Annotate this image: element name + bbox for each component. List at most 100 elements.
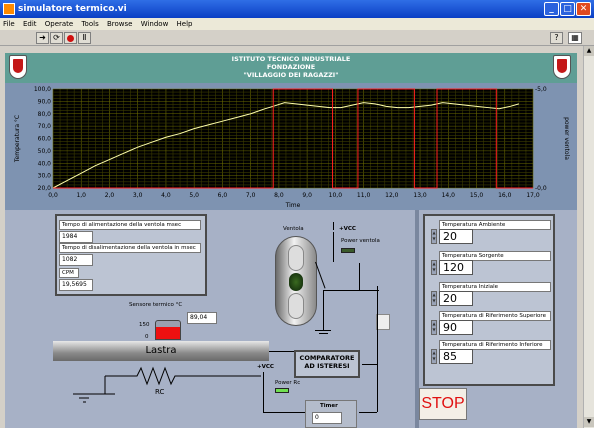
cpm-label: CPM xyxy=(59,268,79,278)
labview-vi-icon xyxy=(3,3,15,15)
fan-icon xyxy=(275,236,317,326)
temp-ambiente-input[interactable]: 20 xyxy=(439,229,473,244)
temp-rif-inferiore-spinner[interactable]: ▲ ▼ xyxy=(431,349,437,364)
y-tick-label: 40,0 xyxy=(38,160,52,167)
x-tick-label: 2,0 xyxy=(105,192,115,199)
x-tick-label: 8,0 xyxy=(274,192,284,199)
ventola-label: Ventola xyxy=(283,226,304,232)
vcc2-label: +VCC xyxy=(257,364,274,370)
x-tick-label: 10,0 xyxy=(329,192,343,199)
sensor-thermometer xyxy=(155,320,181,340)
help-icon[interactable]: ? xyxy=(550,32,563,44)
menu-file[interactable]: File xyxy=(3,20,15,28)
y-tick-label: 80,0 xyxy=(38,111,52,118)
x-axis-label: Time xyxy=(285,202,301,209)
sensor-label: Sensore termico °C xyxy=(129,302,183,308)
x-tick-label: 14,0 xyxy=(442,192,456,199)
temp-rif-superiore-spinner[interactable]: ▲ ▼ xyxy=(431,320,437,335)
school-logo-right xyxy=(553,55,571,79)
school-name: ISTITUTO TECNICO INDUSTRIALE FONDAZIONE … xyxy=(231,55,351,79)
power-ventola-label: Power ventola xyxy=(341,238,380,244)
resistor-circuit xyxy=(73,366,261,403)
rc-label: RC xyxy=(155,388,165,396)
x-tick-label: 4,0 xyxy=(161,192,171,199)
y-tick-label: 60,0 xyxy=(38,136,52,143)
scroll-up-icon[interactable]: ▲ xyxy=(584,46,594,56)
run-arrow-icon[interactable]: ➜ xyxy=(36,32,49,44)
maximize-button[interactable]: □ xyxy=(560,2,575,16)
temperature-controls-box: Temperatura Ambiente ▲ ▼ 20 Temperatura S… xyxy=(423,214,555,386)
x-tick-label: 1,0 xyxy=(76,192,86,199)
menu-bar: File Edit Operate Tools Browse Window He… xyxy=(0,18,594,30)
lastra-plate: Lastra xyxy=(53,341,269,361)
stop-button[interactable]: STOP xyxy=(419,388,467,420)
fan-off-time-value: 1082 xyxy=(59,254,93,266)
y-tick-label: 50,0 xyxy=(38,148,52,155)
menu-window[interactable]: Window xyxy=(141,20,169,28)
comparatore-box: COMPARATORE AD ISTERESI xyxy=(294,350,360,378)
abort-icon[interactable] xyxy=(64,32,77,44)
menu-edit[interactable]: Edit xyxy=(23,20,37,28)
x-tick-label: 3,0 xyxy=(133,192,143,199)
button-indicator[interactable] xyxy=(376,314,390,330)
y2-tick-label: -5,0 xyxy=(535,86,547,93)
x-tick-label: 9,0 xyxy=(302,192,312,199)
cpm-value: 19,5695 xyxy=(59,279,93,291)
vertical-scrollbar[interactable]: ▲ ▼ xyxy=(583,46,594,428)
y-axis-label: Temperatura °C xyxy=(14,115,21,163)
sensor-value: 89,04 xyxy=(187,312,217,324)
y-tick-label: 100,0 xyxy=(34,86,51,93)
x-tick-label: 5,0 xyxy=(189,192,199,199)
x-tick-label: 15,0 xyxy=(470,192,484,199)
temperature-chart-panel: 0,0 1,0 2,0 3,0 4,0 5,0 6,0 7,0 8,0 9,0 10,0 11,0 12… xyxy=(5,83,577,210)
temp-sorgente-input[interactable]: 120 xyxy=(439,260,473,275)
x-tick-label: 12,0 xyxy=(385,192,399,199)
menu-browse[interactable]: Browse xyxy=(107,20,133,28)
power-rc-led xyxy=(275,388,289,393)
y2-tick-label: -0,0 xyxy=(535,185,547,192)
run-continuously-icon[interactable]: ⟳ xyxy=(50,32,63,44)
x-tick-label: 0,0 xyxy=(48,192,58,199)
temp-iniziale-spinner[interactable]: ▲ ▼ xyxy=(431,291,437,306)
timer-label: Timer xyxy=(320,403,338,409)
y-tick-label: 70,0 xyxy=(38,123,52,130)
sensor-scale-low: 0 xyxy=(145,334,149,340)
fan-off-time-label: Tempo di disalimentazione della ventola … xyxy=(59,243,201,253)
y-tick-label: 30,0 xyxy=(38,173,52,180)
sensor-level-fill xyxy=(156,327,180,339)
menu-tools[interactable]: Tools xyxy=(81,20,98,28)
temperature-chart: 0,0 1,0 2,0 3,0 4,0 5,0 6,0 7,0 8,0 9,0 10,0 11,0 12… xyxy=(14,86,570,209)
x-tick-label: 16,0 xyxy=(498,192,512,199)
vcc-label: +VCC xyxy=(339,226,356,232)
x-tick-label: 7,0 xyxy=(246,192,256,199)
vi-icon[interactable]: ▦ xyxy=(568,32,582,44)
y-tick-label: 20,0 xyxy=(38,185,52,192)
power-rc-label: Power Rc xyxy=(275,380,301,386)
timer-value: 0 xyxy=(312,412,342,424)
x-tick-label: 13,0 xyxy=(413,192,427,199)
temp-ambiente-spinner[interactable]: ▲ ▼ xyxy=(431,229,437,244)
sensor-scale-high: 150 xyxy=(139,322,150,328)
x-tick-label: 17,0 xyxy=(526,192,540,199)
toolbar: ➜ ⟳ Ⅱ ? ▦ xyxy=(0,30,594,46)
scroll-down-icon[interactable]: ▼ xyxy=(584,417,594,427)
temp-iniziale-input[interactable]: 20 xyxy=(439,291,473,306)
minimize-button[interactable]: _ xyxy=(544,2,559,16)
window-titlebar: simulatore termico.vi _ □ ✕ xyxy=(0,0,594,18)
pause-icon[interactable]: Ⅱ xyxy=(78,32,91,44)
power-ventola-led xyxy=(341,248,355,253)
temp-sorgente-spinner[interactable]: ▲ ▼ xyxy=(431,260,437,275)
y2-axis-label: power ventola xyxy=(563,117,570,160)
x-tick-label: 6,0 xyxy=(218,192,228,199)
close-button[interactable]: ✕ xyxy=(576,2,591,16)
temp-rif-inferiore-input[interactable]: 85 xyxy=(439,349,473,364)
menu-operate[interactable]: Operate xyxy=(45,20,73,28)
timer-box: Timer 0 xyxy=(305,400,357,428)
simulation-panel: Tempo di alimentazione della ventola mse… xyxy=(5,210,577,428)
fan-timing-box: Tempo di alimentazione della ventola mse… xyxy=(55,214,207,296)
menu-help[interactable]: Help xyxy=(177,20,193,28)
school-header: ISTITUTO TECNICO INDUSTRIALE FONDAZIONE … xyxy=(5,53,577,83)
fan-on-time-label: Tempo di alimentazione della ventola mse… xyxy=(59,220,201,230)
temp-rif-superiore-input[interactable]: 90 xyxy=(439,320,473,335)
y-tick-label: 90,0 xyxy=(38,98,52,105)
